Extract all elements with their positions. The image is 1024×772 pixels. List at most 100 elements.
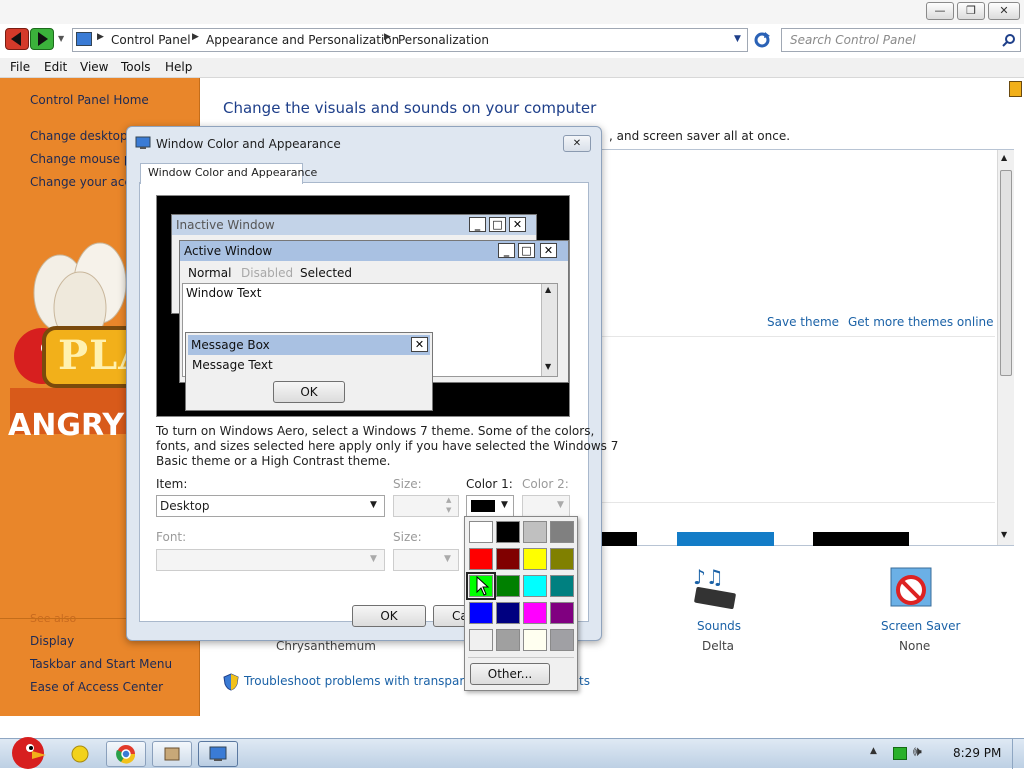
color1-dropdown[interactable]: ▼ [466, 495, 514, 517]
show-desktop-button[interactable] [1012, 739, 1024, 769]
start-button[interactable] [4, 731, 52, 769]
control-panel-home-link[interactable]: Control Panel Home [30, 93, 149, 107]
change-mouse-pointers-link[interactable]: Change mouse po [30, 152, 139, 166]
media-taskbar-button[interactable] [152, 741, 192, 767]
scroll-up-icon[interactable]: ▲ [1001, 153, 1007, 162]
color-swatch[interactable] [496, 602, 520, 624]
troubleshoot-tail[interactable]: ts [579, 674, 590, 688]
dialog-close-button[interactable]: ✕ [563, 135, 591, 152]
preview-menu-disabled: Disabled [241, 266, 294, 280]
display-link[interactable]: Display [30, 634, 74, 648]
color-swatch[interactable] [550, 602, 574, 624]
color-swatch[interactable] [469, 602, 493, 624]
color-swatch[interactable] [469, 548, 493, 570]
troubleshoot-link[interactable]: Troubleshoot problems with transparency [244, 674, 493, 688]
save-theme-link[interactable]: Save theme [767, 315, 839, 329]
menu-file[interactable]: File [10, 60, 30, 74]
chrome-taskbar-button[interactable] [106, 741, 146, 767]
breadcrumb-control-panel[interactable]: Control Panel [111, 33, 191, 47]
menu-view[interactable]: View [80, 60, 108, 74]
screen-saver-link[interactable]: Screen Saver [881, 619, 960, 633]
help-icon[interactable] [1009, 81, 1022, 97]
search-box[interactable]: Search Control Panel [781, 28, 1021, 52]
color-swatch[interactable] [550, 521, 574, 543]
chevron-down-icon: ▼ [444, 554, 451, 564]
get-more-themes-link[interactable]: Get more themes online [848, 315, 994, 329]
menu-edit[interactable]: Edit [44, 60, 67, 74]
clock[interactable]: 8:29 PM [953, 746, 1001, 760]
font-dropdown[interactable]: ▼ [156, 549, 385, 571]
color-swatch[interactable] [550, 575, 574, 597]
tab-window-color[interactable]: Window Color and Appearance [140, 163, 317, 184]
color-swatch[interactable] [550, 548, 574, 570]
ease-of-access-link[interactable]: Ease of Access Center [30, 680, 163, 694]
menu-help[interactable]: Help [165, 60, 192, 74]
color1-swatch [471, 500, 495, 512]
color-swatch[interactable] [523, 629, 547, 651]
theme-thumbnail[interactable] [602, 532, 637, 546]
ok-button[interactable]: OK [352, 605, 426, 627]
color2-dropdown[interactable]: ▼ [522, 495, 570, 517]
show-hidden-icons[interactable]: ▲ [870, 746, 877, 756]
other-colors-button[interactable]: Other... [470, 663, 550, 685]
color-swatch[interactable] [469, 629, 493, 651]
back-button[interactable] [5, 28, 29, 50]
address-dropdown-icon[interactable]: ▼ [734, 34, 741, 44]
search-icon[interactable] [1002, 33, 1016, 47]
color-swatch[interactable] [523, 575, 547, 597]
color-swatch[interactable] [469, 521, 493, 543]
color-swatch[interactable] [523, 548, 547, 570]
forward-button[interactable] [30, 28, 54, 50]
back-arrow-icon [11, 32, 21, 46]
color-swatch[interactable] [496, 629, 520, 651]
color-palette-popup: Other... [464, 516, 578, 691]
search-input[interactable]: Search Control Panel [790, 33, 916, 47]
control-panel-taskbar-button[interactable] [198, 741, 238, 767]
screen-saver-icon[interactable] [887, 564, 937, 614]
color-swatch[interactable] [496, 575, 520, 597]
font-size-dropdown[interactable]: ▼ [393, 549, 459, 571]
refresh-icon[interactable] [752, 30, 772, 50]
preview-maximize-icon: □ [518, 243, 535, 258]
change-desktop-icons-link[interactable]: Change desktop ic [30, 129, 141, 143]
theme-thumbnail[interactable] [677, 532, 774, 546]
color-swatch[interactable] [523, 602, 547, 624]
page-title: Change the visuals and sounds on your co… [223, 99, 597, 117]
color-swatch[interactable] [523, 521, 547, 543]
font-label: Font: [156, 530, 187, 544]
close-button[interactable]: ✕ [988, 2, 1020, 20]
volume-icon[interactable]: 🕪 [913, 744, 922, 760]
minimize-button[interactable]: — [926, 2, 954, 20]
taskbar-start-menu-link[interactable]: Taskbar and Start Menu [30, 657, 172, 671]
theme-thumbnail[interactable] [813, 532, 909, 546]
item-dropdown[interactable]: Desktop ▼ [156, 495, 385, 517]
themes-list[interactable]: ▼ ▲ Save theme Get more themes online [601, 149, 1014, 546]
sounds-icon[interactable]: ♪♫ [689, 564, 741, 614]
list-divider [602, 336, 995, 337]
scrollbar-thumb[interactable] [1000, 170, 1012, 376]
address-bar[interactable]: ▶ Control Panel ▶ Appearance and Persona… [72, 28, 748, 52]
size-spinner[interactable]: ▲ ▼ [393, 495, 459, 517]
change-account-picture-link[interactable]: Change your acco [30, 175, 138, 189]
explorer-taskbar-icon[interactable] [62, 743, 98, 765]
screen-saver-value: None [899, 639, 931, 653]
restore-button[interactable]: ❐ [957, 2, 985, 20]
spinner-up-icon[interactable]: ▲ [446, 496, 451, 504]
aero-info-line1: To turn on Windows Aero, select a Window… [156, 424, 595, 438]
preview-window-text: Window Text [186, 286, 262, 300]
preview-msgbox-title: Message Box [191, 338, 270, 352]
scroll-down-icon[interactable]: ▼ [1001, 530, 1007, 539]
breadcrumb-appearance[interactable]: Appearance and Personalization [206, 33, 399, 47]
breadcrumb-personalization[interactable]: Personalization [398, 33, 489, 47]
color-swatch[interactable] [496, 521, 520, 543]
color-swatch[interactable] [496, 548, 520, 570]
themes-scrollbar[interactable]: ▼ ▲ [997, 150, 1014, 545]
spinner-down-icon[interactable]: ▼ [446, 506, 451, 514]
color-swatch[interactable] [550, 629, 574, 651]
sounds-link[interactable]: Sounds [697, 619, 741, 633]
recent-pages-icon[interactable]: ▼ [58, 34, 64, 43]
appearance-preview[interactable]: Inactive Window _ □ ✕ Active Window _ □ … [156, 195, 570, 417]
menu-tools[interactable]: Tools [121, 60, 151, 74]
preview-msgbox-text: Message Text [192, 358, 273, 372]
network-icon[interactable] [893, 747, 907, 760]
